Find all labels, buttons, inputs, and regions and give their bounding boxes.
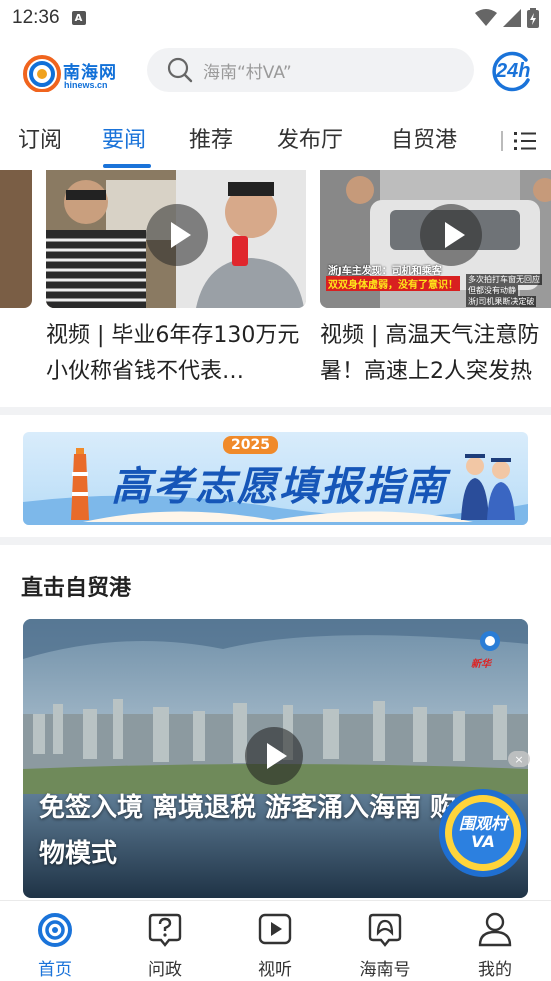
nav-label: 海南号: [359, 960, 411, 980]
home-swirl-icon: [38, 913, 72, 947]
lighthouse-icon: [71, 448, 89, 520]
video-card[interactable]: 视频 | 毕业6年存130万元小伙称省钱不代表…: [46, 170, 306, 390]
app-logo[interactable]: 南海网 hinews.cn: [22, 50, 126, 94]
section-divider: [0, 537, 551, 545]
previous-card-edge: [0, 170, 32, 308]
section-divider: [0, 407, 551, 415]
swirl-logo-icon: [23, 55, 61, 92]
play-icon: [258, 913, 292, 945]
play-button[interactable]: [245, 727, 303, 785]
badge-text: 围观村VA: [458, 814, 507, 851]
video-thumbnail: 浙J车主发现：司机和乘客 双双身体虚弱，没有了意识！ 多次拍打车窗无回应 但都没…: [320, 170, 551, 308]
tab-press-hall[interactable]: 发布厅: [277, 122, 343, 154]
24h-label: 24h: [496, 60, 531, 82]
active-tab-indicator: [103, 164, 151, 168]
tab-free-trade-port[interactable]: 自贸港: [391, 122, 457, 154]
video-title[interactable]: 视频 | 毕业6年存130万元小伙称省钱不代表…: [46, 318, 306, 390]
channel-tabs: 订阅 要闻 推荐 发布厅 自贸港: [0, 114, 551, 170]
logo-domain: hinews.cn: [64, 80, 108, 90]
nav-hainan-account[interactable]: 海南号: [345, 911, 425, 980]
banner-title: 高考志愿填报指南: [111, 464, 447, 510]
nav-home[interactable]: 首页: [15, 911, 95, 980]
banner-year: 2025: [223, 436, 278, 454]
cun-va-badge[interactable]: 围观村VA: [437, 787, 529, 879]
search-placeholder: 海南“村VA”: [203, 62, 292, 83]
bottom-navigation: 首页 问政 视听 海南号 我的: [0, 900, 551, 981]
notification-a-icon: A: [71, 11, 86, 25]
overlay-caption-line: 浙J车主发现：司机和乘客: [328, 266, 442, 277]
hainan-icon: [368, 913, 402, 947]
overlay-caption-line: 双双身体虚弱，没有了意识！: [326, 276, 460, 291]
featured-video-title[interactable]: 免签入境 离境退税 游客涌入海南 购物模式: [39, 785, 459, 877]
play-button[interactable]: [146, 204, 208, 266]
search-bar[interactable]: 海南“村VA”: [147, 48, 474, 92]
search-icon: [167, 57, 193, 83]
status-bar: 12:36 A: [0, 0, 551, 36]
channel-menu-icon[interactable]: [500, 128, 540, 154]
nav-label: 我的: [478, 960, 512, 980]
tab-headlines[interactable]: 要闻: [102, 122, 146, 154]
nav-profile[interactable]: 我的: [455, 911, 535, 980]
nav-label: 问政: [148, 960, 182, 980]
question-icon: [148, 913, 182, 947]
gaokao-banner[interactable]: 2025 高考志愿填报指南: [23, 432, 528, 525]
overlay-caption-line: 但都没有动静: [466, 285, 518, 296]
app-header: 南海网 hinews.cn 海南“村VA” 24h: [0, 44, 551, 100]
section-title: 直击自贸港: [21, 576, 132, 601]
status-icons: [475, 8, 539, 28]
overlay-caption-line: 多次拍打车窗无回应: [466, 274, 542, 285]
signal-icon: [503, 9, 521, 27]
play-button[interactable]: [420, 204, 482, 266]
battery-icon: [527, 8, 539, 28]
user-icon: [478, 912, 512, 947]
video-title[interactable]: 视频 | 高温天气注意防暑！高速上2人突发热: [320, 318, 551, 390]
status-time: 12:36: [12, 7, 60, 28]
nav-inquiry[interactable]: 问政: [125, 911, 205, 980]
news-24h-button[interactable]: 24h: [488, 50, 536, 94]
tab-subscribe[interactable]: 订阅: [18, 122, 62, 154]
graduates-illustration: [461, 454, 515, 520]
video-card[interactable]: 浙J车主发现：司机和乘客 双双身体虚弱，没有了意识！ 多次拍打车窗无回应 但都没…: [320, 170, 551, 390]
nav-label: 视听: [258, 960, 292, 980]
tab-recommend[interactable]: 推荐: [189, 122, 233, 154]
watermark-text: 新华: [471, 659, 491, 670]
video-thumbnail: [46, 170, 306, 308]
nav-audio-video[interactable]: 视听: [235, 911, 315, 980]
wifi-icon: [475, 9, 497, 26]
video-carousel[interactable]: 视频 | 毕业6年存130万元小伙称省钱不代表… 浙J车主发现：司机和乘客 双双…: [0, 170, 551, 404]
nav-label: 首页: [38, 960, 72, 980]
overlay-caption-line: 浙J司机果断决定破: [466, 296, 537, 307]
close-badge-button[interactable]: ×: [508, 751, 530, 767]
